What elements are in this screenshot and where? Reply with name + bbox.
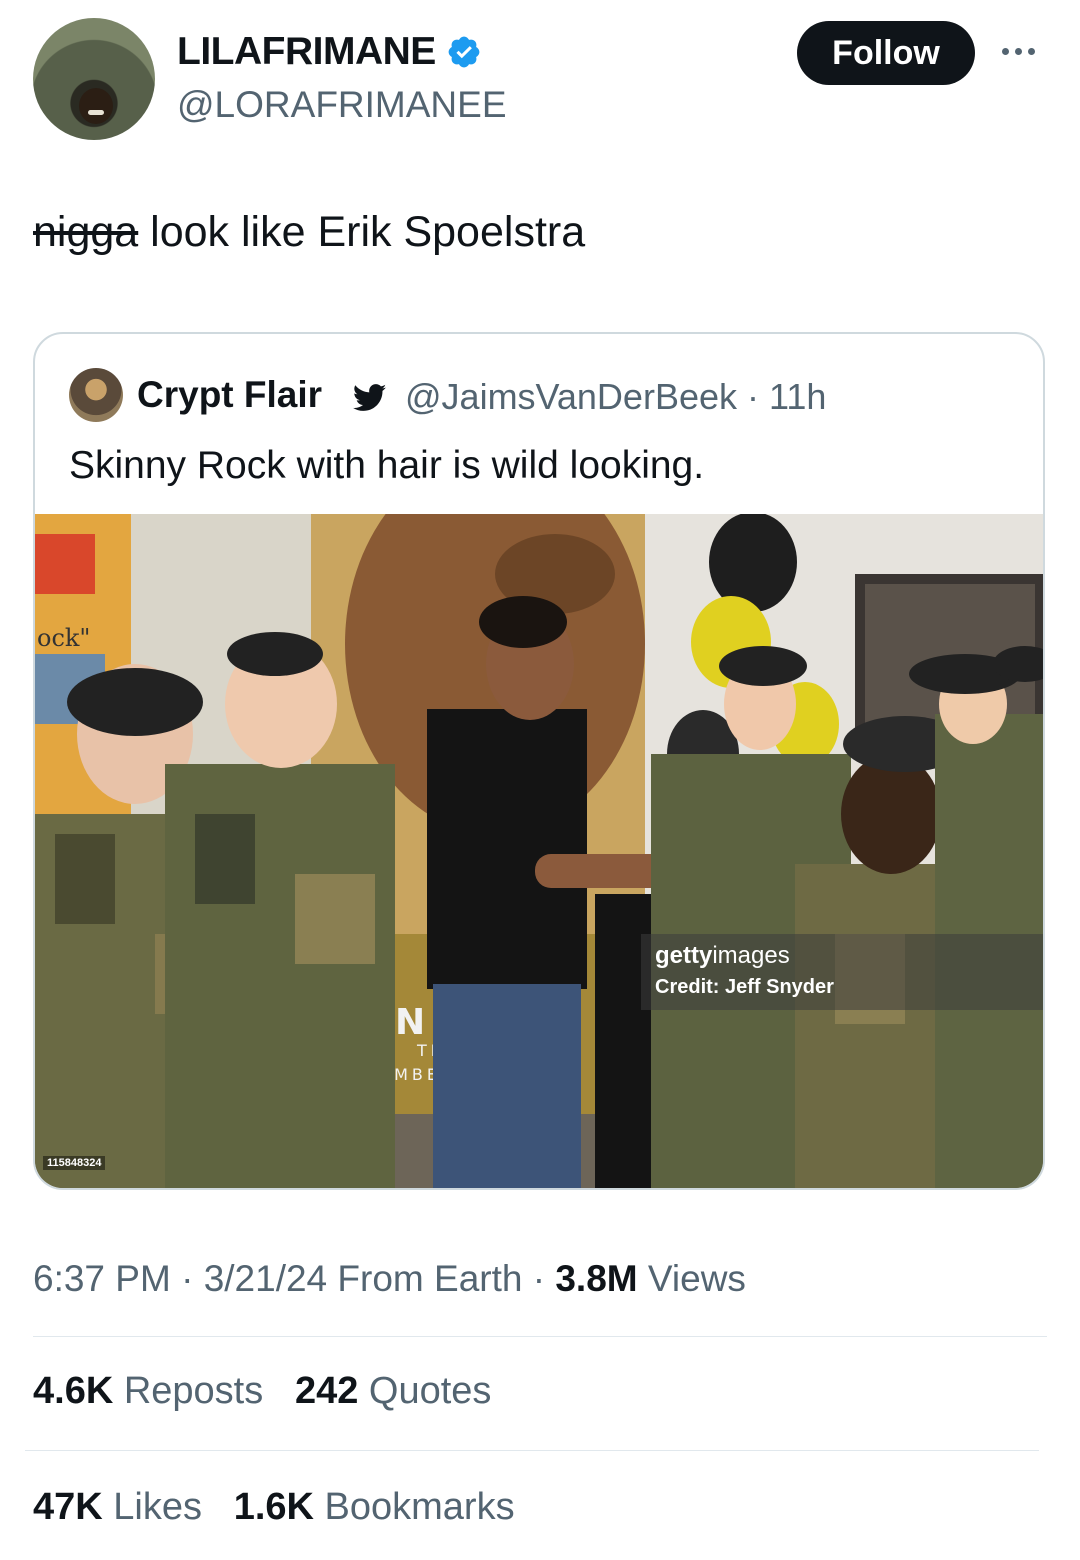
author-avatar[interactable] <box>33 18 155 140</box>
more-dot <box>1015 47 1022 55</box>
tweet-time[interactable]: 6:37 PM <box>33 1258 171 1299</box>
author-display-name[interactable]: LILAFRIMANE <box>177 30 436 74</box>
getty-brand-light: images <box>712 942 790 969</box>
reposts-label: Reposts <box>113 1370 264 1412</box>
bookmarks-label: Bookmarks <box>313 1486 515 1528</box>
divider <box>25 1450 1039 1451</box>
author-handle[interactable]: @LORAFRIMANEE <box>177 84 507 126</box>
more-dot <box>1028 47 1035 55</box>
tweet-body: look like Erik Spoelstra <box>138 208 586 256</box>
tweet-source: From Earth <box>327 1258 523 1299</box>
likes-count: 47K <box>33 1486 103 1528</box>
divider <box>33 1336 1047 1337</box>
quoted-author-avatar[interactable] <box>69 368 123 422</box>
quotes-label: Quotes <box>358 1370 492 1412</box>
bookmarks-stat[interactable]: 1.6K Bookmarks <box>234 1486 515 1528</box>
twitter-bird-icon <box>353 384 387 411</box>
getty-brand: gettyimages <box>655 942 790 970</box>
getty-brand-bold: getty <box>655 942 713 969</box>
likes-label: Likes <box>102 1486 202 1528</box>
views-count: 3.8M <box>555 1258 638 1299</box>
author-name-row: LILAFRIMANE <box>177 30 482 74</box>
reposts-stat[interactable]: 4.6K Reposts <box>33 1370 263 1412</box>
separator: · <box>737 376 769 417</box>
bookmarks-count: 1.6K <box>233 1486 314 1528</box>
photo-scene: ock" N TR EMBE <box>35 514 1043 1188</box>
reposts-count: 4.6K <box>33 1370 114 1412</box>
more-dot <box>1002 47 1009 55</box>
quoted-photo[interactable]: ock" N TR EMBE gettyimages Credit: Jeff … <box>35 514 1043 1188</box>
quoted-handle[interactable]: @JaimsVanDerBeek <box>405 376 737 417</box>
quoted-text: Skinny Rock with hair is wild looking. <box>69 444 705 487</box>
quoted-meta: @JaimsVanDerBeek · 11h <box>405 376 826 418</box>
verified-badge-icon <box>448 36 480 68</box>
stats-row-reposts-quotes: 4.6K Reposts 242 Quotes <box>33 1370 491 1413</box>
likes-stat[interactable]: 47K Likes <box>33 1486 202 1528</box>
follow-button[interactable]: Follow <box>797 21 975 85</box>
tweet-date[interactable]: 3/21/24 <box>204 1258 327 1299</box>
poster-text-n: N <box>395 1002 425 1043</box>
getty-watermark: gettyimages Credit: Jeff Snyder <box>641 934 1043 1010</box>
tweet-struck-word: nigga <box>33 208 139 256</box>
quoted-author-name[interactable]: Crypt Flair <box>137 374 322 416</box>
avatar-face <box>79 88 113 124</box>
more-horizontal-icon[interactable] <box>1002 36 1046 66</box>
image-id-label: 115848324 <box>43 1156 106 1170</box>
views-label: Views <box>637 1258 746 1299</box>
stats-row-likes-bookmarks: 47K Likes 1.6K Bookmarks <box>33 1486 515 1529</box>
avatar-smile <box>88 110 104 115</box>
tweet-meta: 6:37 PM · 3/21/24 From Earth · 3.8M View… <box>33 1258 746 1300</box>
separator: · <box>522 1258 556 1299</box>
getty-credit: Credit: Jeff Snyder <box>655 976 834 998</box>
tweet-text: nigga look like Erik Spoelstra <box>33 208 585 257</box>
quotes-stat[interactable]: 242 Quotes <box>295 1370 491 1412</box>
quotes-count: 242 <box>294 1370 359 1412</box>
separator: · <box>170 1258 204 1299</box>
quoted-age[interactable]: 11h <box>769 376 826 417</box>
poster-text-left: ock" <box>37 624 90 652</box>
quoted-tweet-card[interactable]: Crypt Flair @JaimsVanDerBeek · 11h Skinn… <box>33 332 1045 1190</box>
